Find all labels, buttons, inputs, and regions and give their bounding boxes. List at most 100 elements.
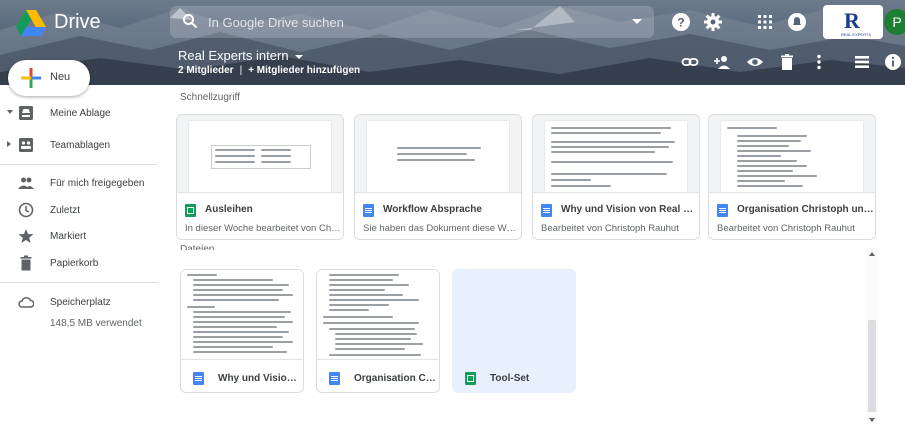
thumbnail-line (193, 279, 273, 281)
card-subtitle: Bearbeitet von Christoph Rauhut (541, 223, 679, 234)
app-name[interactable]: Drive (54, 11, 101, 34)
list-view-icon[interactable] (853, 53, 871, 71)
organization-logo[interactable]: R REAL EXPERTS (823, 5, 883, 39)
thumbnail-line (329, 299, 419, 301)
file-card-selected[interactable]: Tool-Set (452, 269, 576, 393)
card-file-name: Organisation Christoph und Pe... (737, 204, 875, 215)
files-section-label: Dateien (180, 244, 215, 250)
add-members-link[interactable]: + Mitglieder hinzufügen (248, 65, 360, 76)
thumbnail-line (329, 289, 385, 291)
card-title-row: Workflow Absprache (363, 204, 515, 218)
card-subtitle: Bearbeitet von Christoph Rauhut (717, 223, 855, 234)
sidebar-divider (0, 282, 158, 283)
thumbnail-line (551, 161, 673, 163)
file-thumbnail (355, 115, 521, 193)
search-icon[interactable] (182, 13, 198, 29)
quick-access-card[interactable]: Workflow Absprache Sie haben das Dokumen… (354, 114, 522, 240)
trash-icon[interactable] (778, 53, 796, 71)
sidebar-item-trash[interactable]: Papierkorb (0, 251, 160, 277)
new-button[interactable]: Neu (8, 60, 90, 96)
thumbnail-line (551, 127, 671, 129)
card-title-row: Ausleihen (185, 204, 337, 218)
quick-access-card[interactable]: Organisation Christoph und Pe... Bearbei… (708, 114, 876, 240)
sidebar-item-storage[interactable]: Speicherplatz (0, 290, 160, 316)
file-thumbnail (533, 115, 699, 193)
search-options-chevron-down-icon[interactable] (632, 19, 642, 24)
organization-logo-letter: R (844, 8, 860, 33)
card-subtitle: In dieser Woche bearbeitet von Christo..… (185, 223, 341, 234)
google-docs-icon (363, 204, 374, 217)
thumbnail-line (193, 331, 289, 333)
storage-used-text: 148,5 MB verwendet (50, 318, 142, 329)
thumbnail-line (261, 149, 291, 151)
thumbnail-line (215, 155, 255, 157)
thumbnail-line (737, 155, 781, 157)
thumbnail-line (193, 316, 285, 318)
svg-text:?: ? (677, 16, 684, 30)
shared-with-me-icon (18, 177, 34, 189)
thumbnail-line (193, 311, 291, 313)
thumbnail-line (261, 161, 291, 163)
sidebar-item-recent[interactable]: Zuletzt (0, 198, 160, 224)
preview-icon[interactable] (746, 53, 764, 71)
recent-clock-icon (18, 202, 34, 218)
thumbnail-line (737, 185, 803, 187)
drive-logo-icon[interactable] (16, 10, 46, 36)
link-icon[interactable] (681, 53, 699, 71)
thumbnail-page (545, 121, 687, 192)
members-count-link[interactable]: 2 Mitglieder (178, 65, 234, 76)
team-drive-title[interactable]: Real Experts intern (178, 48, 303, 63)
info-icon[interactable] (884, 53, 902, 71)
thumbnail-line (193, 336, 283, 338)
thumbnail-line (335, 343, 423, 345)
thumbnail-line (193, 351, 287, 353)
sidebar-item-team-drives[interactable]: Teamablagen (0, 133, 160, 159)
scroll-down-arrow-icon[interactable] (869, 418, 875, 422)
file-name: Organisation Chri... (354, 373, 436, 384)
expand-arrow-icon[interactable] (7, 110, 13, 114)
google-sheets-icon (185, 204, 196, 217)
file-thumbnail (177, 115, 343, 193)
plus-icon (21, 68, 41, 88)
card-file-name: Ausleihen (205, 204, 253, 215)
file-card[interactable]: Why und Vision v... (180, 269, 304, 393)
file-card[interactable]: Organisation Chri... (316, 269, 440, 393)
sidebar-item-my-drive[interactable]: Meine Ablage (0, 101, 160, 127)
quick-access-card[interactable]: Ausleihen In dieser Woche bearbeitet von… (176, 114, 344, 240)
sidebar-item-label: Markiert (50, 231, 87, 242)
quick-access-title: Schnellzugriff (180, 92, 240, 103)
help-icon[interactable]: ? (670, 11, 692, 33)
vertical-scrollbar[interactable] (866, 248, 878, 424)
expand-arrow-icon[interactable] (7, 141, 11, 147)
thumbnail-page (721, 121, 863, 192)
team-members-row: 2 Mitglieder | + Mitglieder hinzufügen (178, 65, 360, 76)
organization-logo-subtext: REAL EXPERTS (841, 32, 872, 37)
settings-icon[interactable] (702, 11, 724, 33)
thumbnail-line (193, 346, 273, 348)
file-name: Why und Vision v... (218, 373, 300, 384)
sidebar-item-starred[interactable]: Markiert (0, 224, 160, 250)
thumbnail-line (335, 348, 405, 350)
thumbnail-line (737, 140, 801, 142)
search-bar[interactable] (170, 6, 654, 38)
apps-grid-icon[interactable] (754, 11, 776, 33)
thumbnail-line (551, 132, 661, 134)
add-person-icon[interactable] (713, 53, 731, 71)
thumbnail-line (737, 175, 817, 177)
quick-access-card[interactable]: Why und Vision von Real Expe... Bearbeit… (532, 114, 700, 240)
thumbnail-line (727, 127, 777, 129)
scroll-up-arrow-icon[interactable] (869, 252, 875, 256)
more-vert-icon[interactable] (810, 53, 828, 71)
thumbnail-line (551, 179, 591, 181)
sidebar-item-label: Meine Ablage (50, 108, 111, 119)
google-docs-icon (329, 372, 340, 385)
chevron-down-icon[interactable] (294, 54, 303, 59)
notifications-icon[interactable] (786, 11, 808, 33)
account-avatar[interactable]: P (884, 9, 905, 35)
search-input[interactable] (208, 10, 588, 34)
thumbnail-line (215, 161, 255, 163)
thumbnail-line (193, 289, 283, 291)
google-sheets-icon (465, 372, 476, 385)
scrollbar-thumb[interactable] (868, 320, 876, 412)
sidebar-item-shared-with-me[interactable]: Für mich freigegeben (0, 171, 160, 197)
